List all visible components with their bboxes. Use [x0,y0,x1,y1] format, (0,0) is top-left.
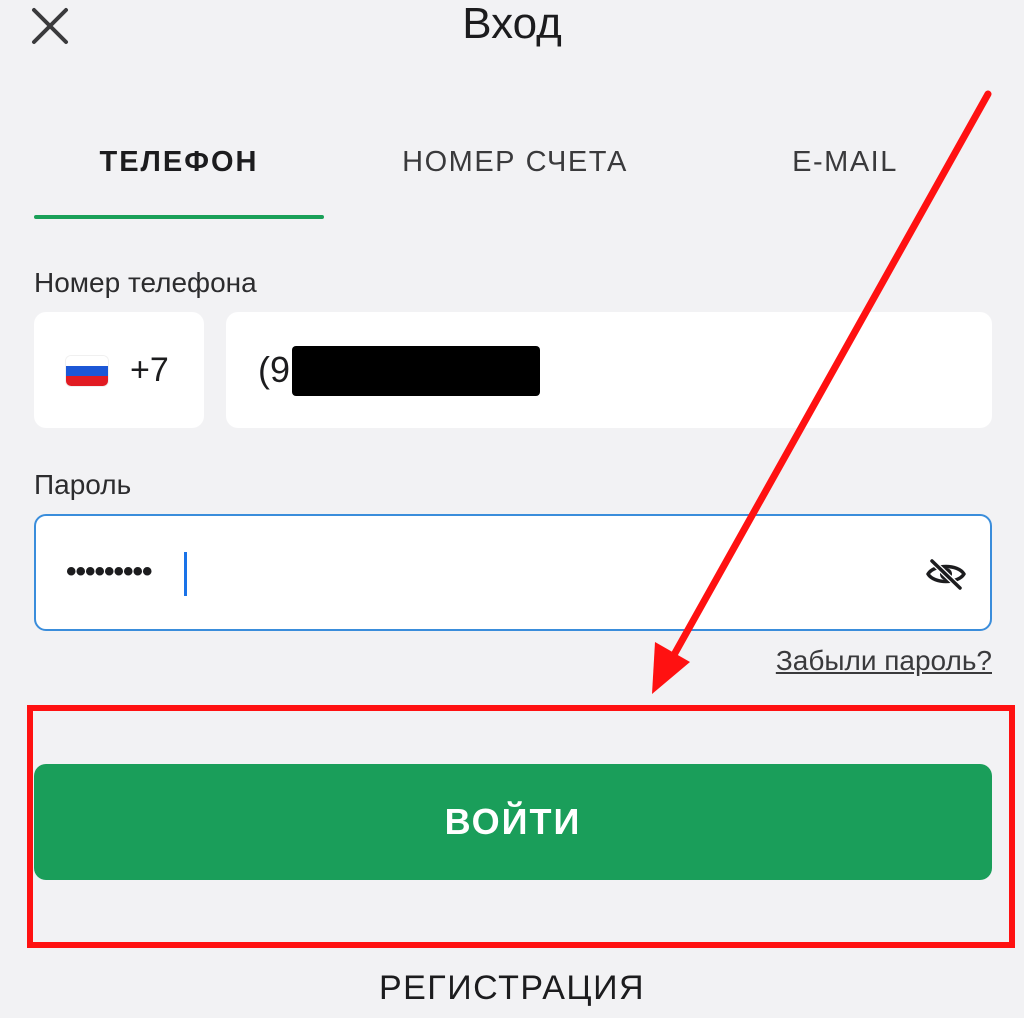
tab-phone[interactable]: ТЕЛЕФОН [34,140,324,184]
phone-input[interactable]: (9 [226,312,992,428]
forgot-password-link[interactable]: Забыли пароль? [700,644,992,678]
phone-value: (9 [258,349,291,390]
country-code-selector[interactable]: +7 [34,312,204,428]
text-caret [184,552,187,596]
register-link[interactable]: РЕГИСТРАЦИЯ [0,966,1024,1010]
tab-email[interactable]: E-MAIL [760,140,930,184]
page-title: Вход [462,0,562,48]
login-button[interactable]: ВОЙТИ [34,764,992,880]
country-code: +7 [130,351,169,389]
eye-off-icon [926,558,966,590]
redaction-bar [292,346,540,396]
password-label: Пароль [34,469,132,500]
tab-account-number[interactable]: НОМЕР СЧЕТА [370,140,660,184]
password-value: ••••••••• [66,555,153,588]
password-visibility-toggle[interactable] [924,554,968,594]
password-input[interactable]: ••••••••• [34,514,992,631]
active-tab-indicator [34,215,324,219]
russia-flag-icon [66,356,108,386]
phone-label: Номер телефона [34,267,257,298]
